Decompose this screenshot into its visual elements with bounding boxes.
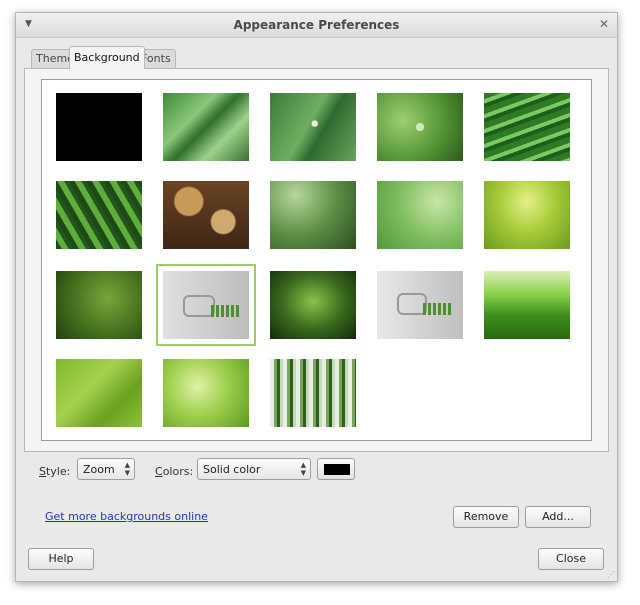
background-thumbnail[interactable] xyxy=(270,93,356,161)
background-thumbnail[interactable] xyxy=(163,181,249,249)
color-swatch xyxy=(324,464,350,475)
help-button[interactable]: Help xyxy=(28,548,94,570)
background-thumbnail[interactable] xyxy=(163,359,249,427)
background-thumbnail[interactable] xyxy=(377,93,463,161)
background-thumbnail[interactable] xyxy=(484,181,570,249)
style-value: Zoom xyxy=(83,463,115,476)
colors-combo[interactable]: Solid color ▲ ▼ xyxy=(197,458,311,480)
logo-bars xyxy=(423,303,453,315)
style-combo[interactable]: Zoom ▲ ▼ xyxy=(77,458,135,480)
background-thumbnail[interactable] xyxy=(56,271,142,339)
background-tab-panel xyxy=(24,68,609,452)
background-thumbnail[interactable] xyxy=(270,271,356,339)
spin-arrows-icon: ▲ ▼ xyxy=(124,461,130,477)
remove-button[interactable]: Remove xyxy=(453,506,519,528)
background-thumbnail[interactable] xyxy=(377,181,463,249)
add-button[interactable]: Add... xyxy=(525,506,591,528)
colors-value: Solid color xyxy=(203,463,261,476)
background-thumbnail-selected[interactable] xyxy=(156,264,256,346)
colors-label: Colors: xyxy=(155,465,194,478)
window-title: Appearance Preferences xyxy=(233,18,400,32)
color-picker-button[interactable] xyxy=(317,458,355,480)
tab-background[interactable]: Background xyxy=(69,46,145,69)
logo-bars xyxy=(211,305,241,317)
resize-grip-icon[interactable]: ⋰ xyxy=(607,570,615,579)
background-thumbnail[interactable] xyxy=(56,181,142,249)
background-thumbnail[interactable] xyxy=(270,181,356,249)
close-icon[interactable]: ✕ xyxy=(599,17,609,31)
background-thumbnail[interactable] xyxy=(56,359,142,427)
titlebar[interactable]: ▼ Appearance Preferences ✕ xyxy=(16,13,617,38)
background-gallery xyxy=(41,79,592,441)
background-thumbnail[interactable] xyxy=(270,359,356,427)
background-thumbnail[interactable] xyxy=(484,93,570,161)
close-button[interactable]: Close xyxy=(538,548,604,570)
spin-arrows-icon: ▲ ▼ xyxy=(300,461,306,477)
background-thumbnail[interactable] xyxy=(377,271,463,339)
background-thumbnail[interactable] xyxy=(56,93,142,161)
appearance-preferences-window: ▼ Appearance Preferences ✕ Theme Backgro… xyxy=(15,12,618,582)
style-label: Style: xyxy=(39,465,71,478)
background-thumbnail[interactable] xyxy=(484,271,570,339)
background-thumbnail[interactable] xyxy=(163,93,249,161)
get-more-backgrounds-link[interactable]: Get more backgrounds online xyxy=(45,510,208,523)
